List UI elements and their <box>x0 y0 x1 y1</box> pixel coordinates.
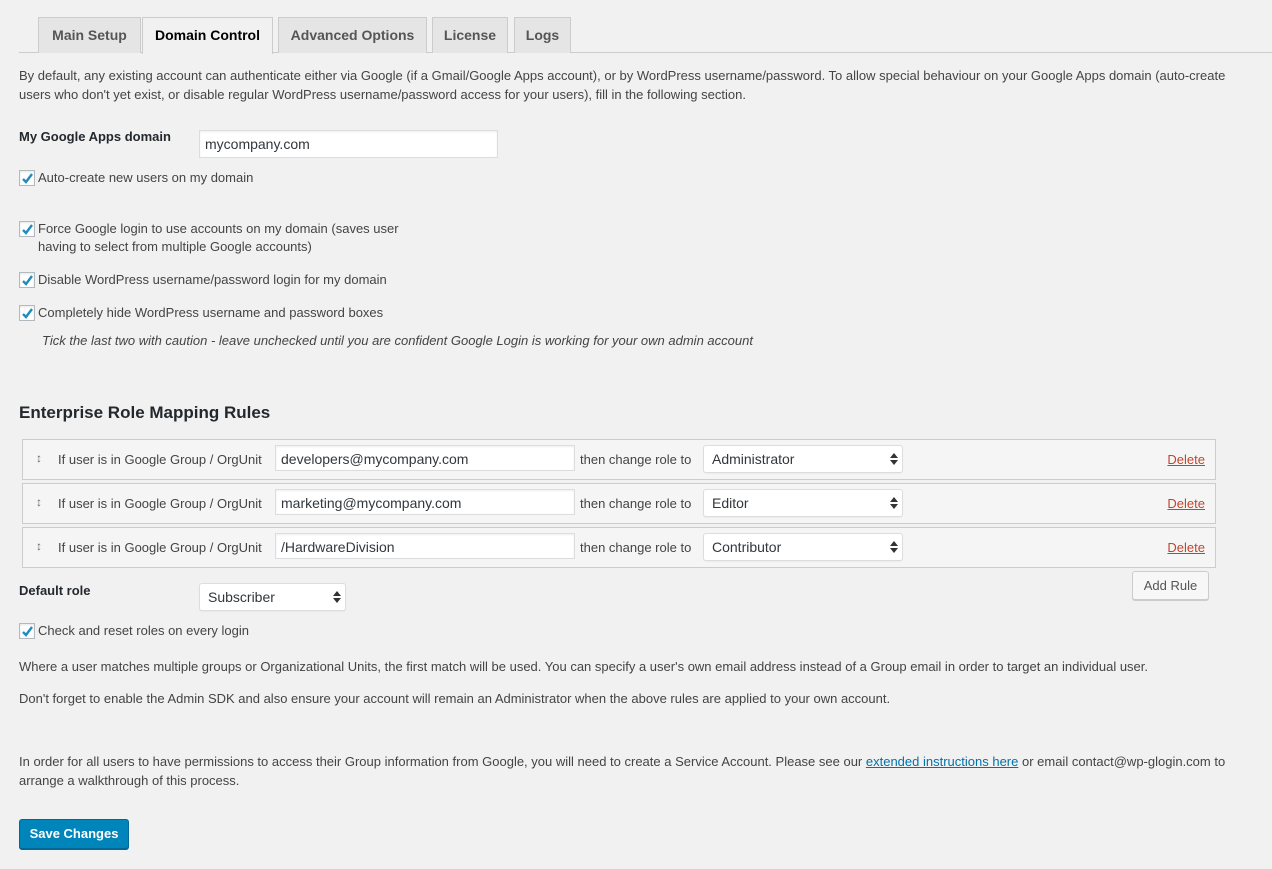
default-role-label: Default role <box>19 583 91 598</box>
force-login-label: Force Google login to use accounts on my… <box>38 220 399 256</box>
rule-group-input[interactable]: developers@mycompany.com <box>275 445 575 471</box>
checkmark-icon <box>22 275 33 286</box>
select-arrows-icon <box>333 591 341 603</box>
drag-handle-icon[interactable]: ↕ <box>36 451 42 465</box>
rule-row: ↕ If user is in Google Group / OrgUnit /… <box>22 527 1216 568</box>
multiple-match-text: Where a user matches multiple groups or … <box>19 659 1149 674</box>
disable-wp-checkbox[interactable] <box>19 272 35 288</box>
extended-instructions-link[interactable]: extended instructions here <box>866 754 1018 769</box>
rule-role-select[interactable]: Contributor <box>703 533 903 561</box>
select-arrows-icon <box>890 453 898 465</box>
domain-label: My Google Apps domain <box>19 129 171 144</box>
disable-wp-option[interactable]: Disable WordPress username/password logi… <box>19 271 387 289</box>
caution-note: Tick the last two with caution - leave u… <box>42 333 753 348</box>
delete-rule-link[interactable]: Delete <box>1167 496 1205 511</box>
rule-mid-label: then change role to <box>580 540 692 555</box>
add-rule-button[interactable]: Add Rule <box>1132 571 1209 600</box>
checkmark-icon <box>22 626 33 637</box>
drag-handle-icon[interactable]: ↕ <box>36 495 42 509</box>
auto-create-checkbox[interactable] <box>19 170 35 186</box>
rule-prefix-label: If user is in Google Group / OrgUnit <box>58 452 262 467</box>
rule-mid-label: then change role to <box>580 452 692 467</box>
hide-boxes-option[interactable]: Completely hide WordPress username and p… <box>19 304 383 322</box>
tab-logs[interactable]: Logs <box>514 17 571 53</box>
settings-tabs: Main Setup Domain Control Advanced Optio… <box>19 17 1272 54</box>
delete-rule-link[interactable]: Delete <box>1167 452 1205 467</box>
disable-wp-label: Disable WordPress username/password logi… <box>38 272 387 287</box>
tab-advanced-options[interactable]: Advanced Options <box>278 17 427 53</box>
checkmark-icon <box>22 173 33 184</box>
rule-role-select[interactable]: Administrator <box>703 445 903 473</box>
select-arrows-icon <box>890 541 898 553</box>
delete-rule-link[interactable]: Delete <box>1167 540 1205 555</box>
rule-role-select[interactable]: Editor <box>703 489 903 517</box>
rule-group-input[interactable]: /HardwareDivision <box>275 533 575 559</box>
service-account-text: In order for all users to have permissio… <box>19 752 1234 790</box>
hide-boxes-checkbox[interactable] <box>19 305 35 321</box>
role-mapping-heading: Enterprise Role Mapping Rules <box>19 403 271 422</box>
intro-text: By default, any existing account can aut… <box>19 68 1226 102</box>
checkmark-icon <box>22 308 33 319</box>
auto-create-option[interactable]: Auto-create new users on my domain <box>19 169 253 187</box>
rule-prefix-label: If user is in Google Group / OrgUnit <box>58 496 262 511</box>
tab-license[interactable]: License <box>432 17 508 53</box>
rule-mid-label: then change role to <box>580 496 692 511</box>
rule-prefix-label: If user is in Google Group / OrgUnit <box>58 540 262 555</box>
tab-domain-control[interactable]: Domain Control <box>142 17 273 54</box>
rule-role-value: Contributor <box>712 539 782 555</box>
rule-group-input[interactable]: marketing@mycompany.com <box>275 489 575 515</box>
auto-create-label: Auto-create new users on my domain <box>38 170 254 185</box>
reset-roles-checkbox[interactable] <box>19 623 35 639</box>
force-login-checkbox[interactable] <box>19 221 35 237</box>
rule-row: ↕ If user is in Google Group / OrgUnit d… <box>22 439 1216 480</box>
drag-handle-icon[interactable]: ↕ <box>36 539 42 553</box>
domain-input[interactable]: mycompany.com <box>199 130 498 158</box>
reset-roles-label: Check and reset roles on every login <box>38 623 250 638</box>
rule-role-value: Administrator <box>712 451 795 467</box>
default-role-value: Subscriber <box>208 589 275 605</box>
tab-main-setup[interactable]: Main Setup <box>38 17 141 53</box>
default-role-select[interactable]: Subscriber <box>199 583 346 611</box>
select-arrows-icon <box>890 497 898 509</box>
rule-row: ↕ If user is in Google Group / OrgUnit m… <box>22 483 1216 524</box>
force-login-option[interactable]: Force Google login to use accounts on my… <box>19 220 399 256</box>
force-login-label-line1: Force Google login to use accounts on my… <box>38 221 399 236</box>
rule-role-value: Editor <box>712 495 749 511</box>
save-changes-button[interactable]: Save Changes <box>19 819 129 849</box>
reset-roles-option[interactable]: Check and reset roles on every login <box>19 622 249 640</box>
service-account-text-start: In order for all users to have permissio… <box>19 754 866 769</box>
hide-boxes-label: Completely hide WordPress username and p… <box>38 305 384 320</box>
checkmark-icon <box>22 224 33 235</box>
admin-sdk-text: Don't forget to enable the Admin SDK and… <box>19 691 891 706</box>
force-login-label-line2: having to select from multiple Google ac… <box>38 239 312 254</box>
